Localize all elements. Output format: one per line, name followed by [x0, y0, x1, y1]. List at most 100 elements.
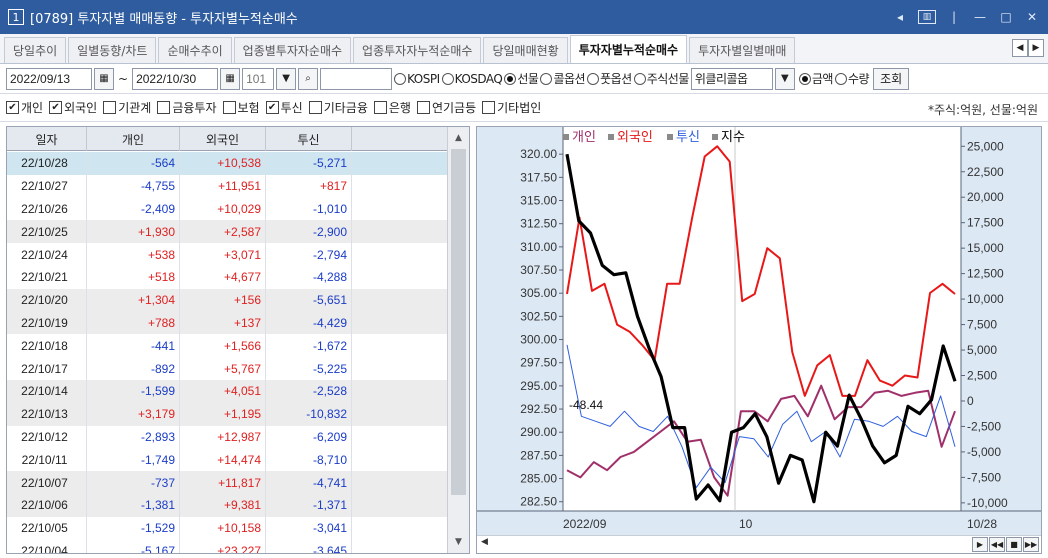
- product-select[interactable]: 위클리콜옵: [690, 67, 773, 90]
- start-date-input[interactable]: 2022/09/13: [6, 67, 92, 90]
- radio-put-option[interactable]: 풋옵션: [587, 70, 632, 87]
- chevron-down-icon[interactable]: ▼: [774, 67, 795, 90]
- table-row[interactable]: 22/10/06 -1,381 +9,381 -1,371: [7, 494, 447, 517]
- cell-trust: +817: [266, 174, 352, 198]
- table-row[interactable]: 22/10/24 +538 +3,071 -2,794: [7, 243, 447, 266]
- cell-empty: [352, 220, 447, 243]
- query-button[interactable]: 조회: [873, 67, 910, 90]
- column-header-individual[interactable]: 개인: [87, 127, 180, 151]
- minimize-icon[interactable]: —: [972, 10, 988, 24]
- vertical-scrollbar[interactable]: ▲ ▼: [447, 127, 469, 553]
- table-row[interactable]: 22/10/07 -737 +11,817 -4,741: [7, 471, 447, 494]
- radio-call-option[interactable]: 콜옵션: [540, 70, 586, 87]
- table-row[interactable]: 22/10/26 -2,409 +10,029 -1,010: [7, 197, 447, 221]
- series-index-line: [565, 153, 957, 504]
- tab-prev-icon[interactable]: ◀: [1012, 39, 1028, 57]
- table-row[interactable]: 22/10/13 +3,179 +1,195 -10,832: [7, 402, 447, 426]
- right-tick-label: 22,500: [967, 165, 1004, 179]
- tab-daily-trend[interactable]: 당일추이: [4, 37, 67, 63]
- tab-next-icon[interactable]: ▶: [1028, 39, 1044, 57]
- search-input[interactable]: [320, 67, 393, 90]
- table-row[interactable]: 22/10/04 -5,167 +23,227 -3,645: [7, 539, 447, 553]
- collapse-arrow-icon[interactable]: ◂: [892, 10, 908, 24]
- table-row[interactable]: 22/10/20 +1,304 +156 -5,651: [7, 288, 447, 312]
- cell-individual: +538: [87, 243, 180, 266]
- search-icon[interactable]: ⌕: [298, 67, 319, 90]
- window-layout-icon[interactable]: ▥: [918, 10, 936, 24]
- column-header-trust[interactable]: 투신: [266, 127, 352, 151]
- tab-sector-investor-cumulative[interactable]: 업종투자자누적순매수: [353, 37, 482, 63]
- calendar-icon[interactable]: ▦: [94, 67, 114, 90]
- maximize-icon[interactable]: □: [998, 10, 1014, 24]
- checkbox-financial-investment[interactable]: 금융투자: [157, 99, 217, 116]
- checkbox-individual[interactable]: ✔ 개인: [6, 99, 43, 116]
- chart-horizontal-scrollbar[interactable]: ◀ ▶ ◀◀ ■ ▶▶: [477, 535, 1041, 553]
- scroll-up-icon[interactable]: ▲: [448, 129, 469, 147]
- chevron-down-icon[interactable]: ▼: [276, 67, 297, 90]
- cell-empty: [352, 243, 447, 266]
- table-row[interactable]: 22/10/18 -441 +1,566 -1,672: [7, 334, 447, 358]
- table-row[interactable]: 22/10/11 -1,749 +14,474 -8,710: [7, 448, 447, 472]
- tab-intraday-status[interactable]: 당일매매현황: [483, 37, 568, 63]
- cell-trust: -2,900: [266, 220, 352, 244]
- cell-foreign: +10,029: [180, 197, 266, 221]
- checkbox-bank[interactable]: 은행: [373, 99, 411, 116]
- fast-forward-icon[interactable]: ▶▶: [1023, 537, 1039, 552]
- checkbox-pension[interactable]: 연기금등: [416, 99, 476, 116]
- cell-individual: -737: [87, 471, 180, 494]
- radio-quantity[interactable]: 수량: [834, 70, 870, 87]
- checkbox-icon: [103, 101, 117, 114]
- cell-empty: [352, 380, 447, 403]
- column-header-date[interactable]: 일자: [7, 127, 87, 151]
- cell-empty: [352, 198, 447, 221]
- legend-item: 개인: [572, 130, 596, 145]
- radio-kosdaq[interactable]: KOSDAQ: [441, 72, 503, 86]
- table-row[interactable]: 22/10/05 -1,529 +10,158 -3,041: [7, 516, 447, 540]
- table-row[interactable]: 22/10/27 -4,755 +11,951 +817: [7, 174, 447, 198]
- table-row[interactable]: 22/10/12 -2,893 +12,987 -6,209: [7, 425, 447, 449]
- cell-empty: [352, 426, 447, 449]
- cell-date: 22/10/13: [7, 402, 87, 426]
- radio-futures[interactable]: 선물: [504, 70, 539, 87]
- table-row[interactable]: 22/10/19 +788 +137 -4,429: [7, 311, 447, 335]
- cell-date: 22/10/18: [7, 334, 87, 358]
- checkbox-institution[interactable]: 기관계: [103, 99, 151, 116]
- table-row[interactable]: 22/10/21 +518 +4,677 -4,288: [7, 266, 447, 289]
- column-header-foreign[interactable]: 외국인: [180, 127, 266, 151]
- scroll-right-icon[interactable]: ▶: [972, 537, 988, 552]
- table-header: 일자 개인 외국인 투신: [7, 127, 447, 151]
- close-icon[interactable]: ✕: [1024, 10, 1040, 24]
- end-date-input[interactable]: 2022/10/30: [132, 67, 219, 90]
- tab-investor-cumulative[interactable]: 투자자별누적순매수: [569, 35, 688, 63]
- table-row[interactable]: 22/10/28 -564 +10,538 -5,271: [7, 152, 447, 175]
- table-row[interactable]: 22/10/14 -1,599 +4,051 -2,528: [7, 380, 447, 403]
- x-tick-label: 10/28: [967, 517, 997, 531]
- tab-daily-chart[interactable]: 일별동향/차트: [68, 37, 157, 63]
- cell-trust: -6,209: [266, 425, 352, 449]
- table-row[interactable]: 22/10/25 +1,930 +2,587 -2,900: [7, 220, 447, 244]
- scroll-left-icon[interactable]: ◀: [481, 537, 488, 547]
- radio-amount[interactable]: 금액: [798, 70, 833, 87]
- count-input[interactable]: 101: [242, 67, 275, 90]
- table-row[interactable]: 22/10/17 -892 +5,767 -5,225: [7, 357, 447, 380]
- tab-net-buy-trend[interactable]: 순매수추이: [158, 37, 232, 63]
- left-tick-label: 315.00: [520, 194, 557, 208]
- checkbox-other-corp[interactable]: 기타법인: [482, 99, 541, 116]
- checkbox-other-financial[interactable]: 기타금융: [308, 99, 368, 116]
- cell-foreign: +156: [180, 288, 266, 312]
- checkbox-insurance[interactable]: 보험: [222, 99, 260, 116]
- radio-kospi[interactable]: KOSPI: [394, 72, 440, 86]
- calendar-icon[interactable]: ▦: [220, 67, 241, 90]
- right-tick-label: -10,000: [967, 496, 1008, 510]
- cell-individual: -1,381: [87, 494, 180, 517]
- tab-investor-daily[interactable]: 투자자별일별매매: [689, 37, 796, 63]
- checkbox-foreign[interactable]: ✔ 외국인: [49, 99, 97, 116]
- left-tick-label: 312.50: [520, 217, 557, 231]
- tab-sector-investor-net-buy[interactable]: 업종별투자자순매수: [233, 37, 352, 63]
- rewind-icon[interactable]: ◀◀: [989, 537, 1005, 552]
- scroll-thumb[interactable]: [451, 149, 466, 495]
- radio-stock-futures[interactable]: 주식선물: [633, 70, 689, 87]
- scroll-down-icon[interactable]: ▼: [448, 533, 469, 551]
- checkbox-trust[interactable]: ✔ 투신: [265, 99, 303, 116]
- stop-icon[interactable]: ■: [1006, 537, 1022, 552]
